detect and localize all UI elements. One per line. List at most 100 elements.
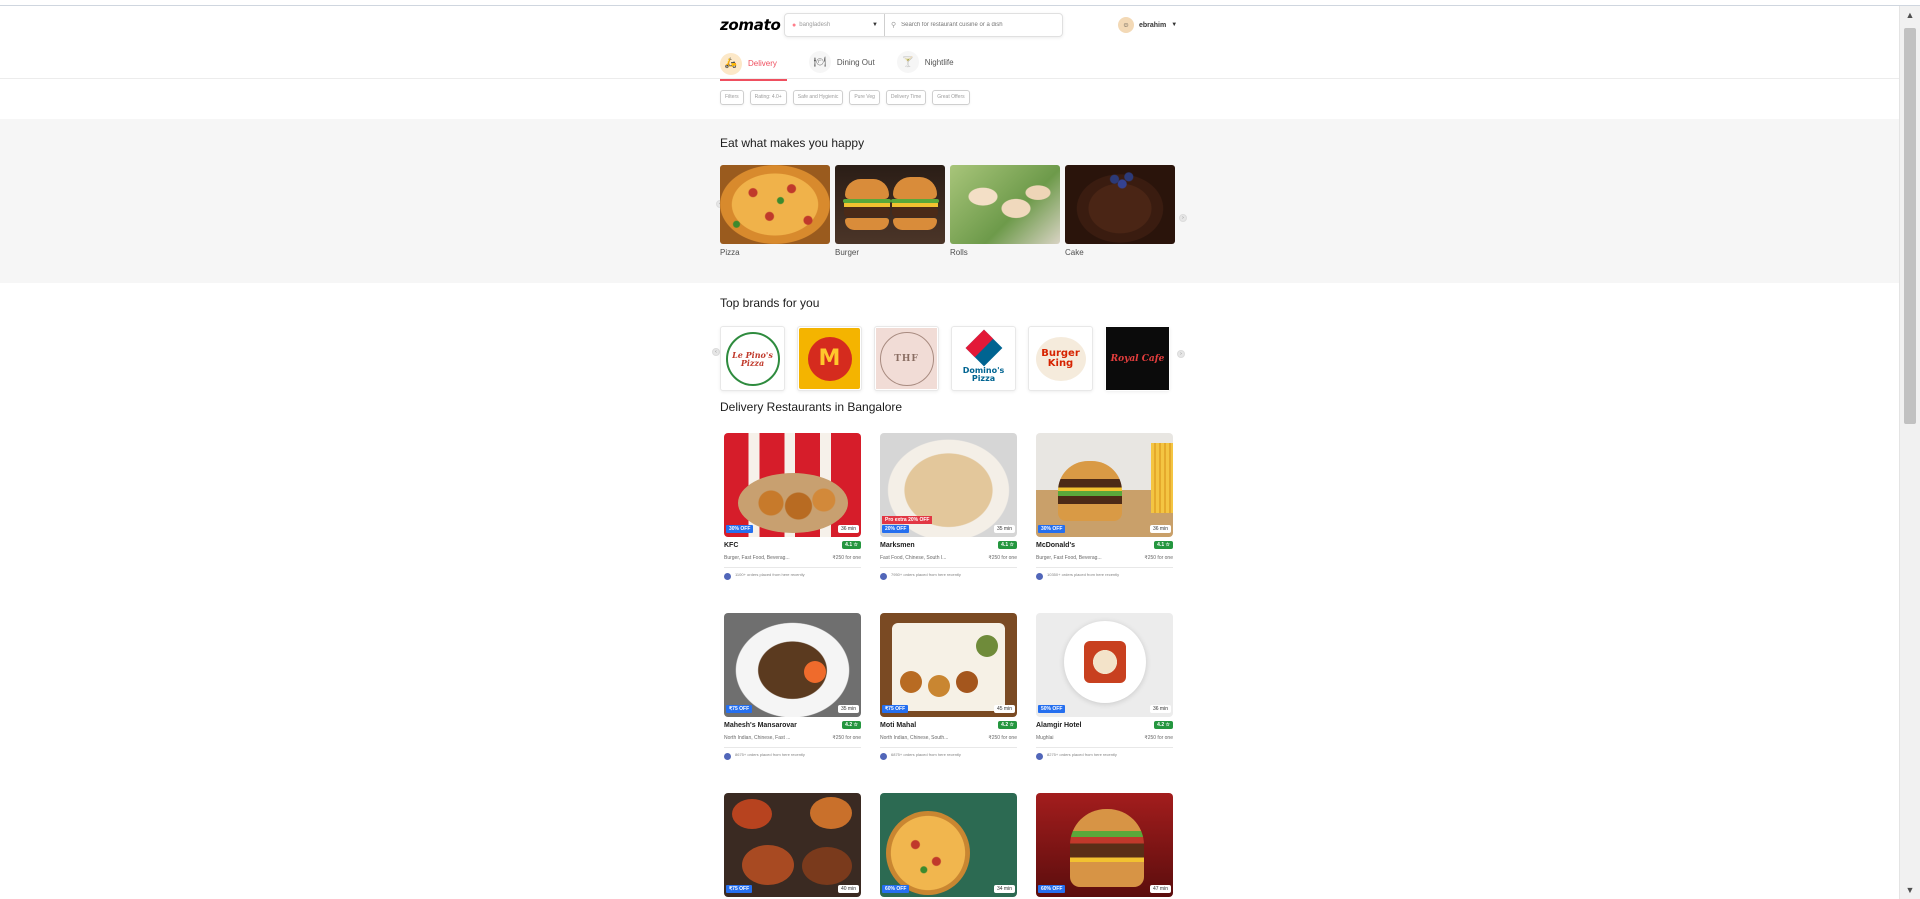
restaurant-image: 30% OFF 36 min — [1036, 433, 1173, 537]
price-text: ₹250 for one — [1144, 735, 1173, 741]
delivery-time-badge: 34 min — [993, 885, 1015, 893]
restaurant-name: Alamgir Hotel — [1036, 721, 1082, 729]
restaurant-image: 60% OFF 34 min — [880, 793, 1017, 897]
brands-prev-button[interactable]: ‹ — [712, 348, 720, 356]
delivery-time-badge: 36 min — [1149, 705, 1171, 713]
filter-chip-delivery-time[interactable]: Delivery Time — [885, 90, 927, 105]
page: zomato ● bangladesh ▼ ⚲ ☺ ebrahim ▼ 🛵 De… — [0, 6, 1899, 899]
brand-card-mcdonalds[interactable]: M — [797, 326, 862, 391]
tab-label: Delivery — [748, 59, 777, 68]
restaurant-card[interactable]: 30% OFF 36 min KFC 4.1 ☆ Burger, Fast Foo… — [724, 433, 861, 580]
tab-delivery[interactable]: 🛵 Delivery — [720, 48, 787, 81]
offer-badge: ₹75 OFF — [882, 705, 909, 713]
offer-badge: ₹75 OFF — [726, 705, 753, 713]
user-name: ebrahim — [1139, 21, 1167, 29]
cuisine-card-cake[interactable]: Cake — [1065, 165, 1175, 257]
price-text: ₹250 for one — [988, 555, 1017, 561]
cuisine-label: Pizza — [720, 248, 740, 257]
restaurant-card[interactable]: ₹75 OFF 35 min Mahesh's Mansarovar 4.2 ☆ … — [724, 613, 861, 760]
filter-chip-rating[interactable]: Rating: 4.0+ — [749, 90, 787, 105]
delivery-time-badge: 45 min — [993, 705, 1015, 713]
offer-badge: 50% OFF — [1038, 705, 1066, 713]
offer-badge: ₹75 OFF — [726, 885, 753, 893]
scroll-down-arrow-icon[interactable]: ▼ — [1900, 881, 1920, 899]
restaurant-card[interactable]: 30% OFF 36 min McDonald's 4.1 ☆ Burger, F… — [1036, 433, 1173, 580]
mcdonalds-arches-icon: M — [807, 336, 852, 381]
brand-card-thf[interactable]: THF — [874, 326, 939, 391]
brand-card-burger-king[interactable]: Burger King — [1028, 326, 1093, 391]
page-scrollbar[interactable]: ▲ ▼ — [1899, 6, 1920, 899]
eat-section: Eat what makes you happy ‹ Pizza — [0, 119, 1899, 283]
chevron-down-icon: ▼ — [872, 22, 878, 28]
offer-badge: 60% OFF — [882, 885, 910, 893]
cuisine-carousel: Pizza Burger Rolls Cake — [720, 165, 1180, 257]
cuisine-text: North Indian, Chinese, Fast ... — [724, 735, 791, 741]
scroll-thumb[interactable] — [1904, 28, 1916, 424]
restaurant-card[interactable]: ₹75 OFF 40 min — [724, 793, 861, 897]
brand-card-dominos[interactable]: Domino's Pizza — [951, 326, 1016, 391]
restaurant-image: Pro extra 20% OFF 20% OFF 35 min — [880, 433, 1017, 537]
location-selector[interactable]: ● bangladesh ▼ — [785, 14, 885, 36]
cuisine-label: Cake — [1065, 248, 1084, 257]
section-title: Eat what makes you happy — [720, 136, 865, 150]
offer-badge: 60% OFF — [1038, 885, 1066, 893]
restaurant-name: McDonald's — [1036, 541, 1076, 549]
zomato-logo[interactable]: zomato — [720, 16, 782, 34]
user-menu[interactable]: ☺ ebrahim ▼ — [1118, 17, 1177, 33]
location-pin-icon: ● — [792, 21, 797, 29]
cuisine-card-pizza[interactable]: Pizza — [720, 165, 830, 257]
cuisine-image — [720, 165, 830, 244]
filter-chip-safe-hygienic[interactable]: Safe and Hygienic — [792, 90, 844, 105]
tab-label: Nightlife — [924, 57, 954, 67]
orders-text: 1100+ orders placed from here recently — [735, 572, 805, 577]
restaurant-image: 30% OFF 36 min — [724, 433, 861, 537]
restaurant-card[interactable]: 60% OFF 47 min — [1036, 793, 1173, 897]
carousel-next-button[interactable]: › — [1179, 214, 1187, 222]
brand-card-royal-cafe[interactable]: Royal Cafe — [1105, 326, 1170, 391]
section-title: Top brands for you — [720, 296, 820, 310]
cuisine-card-burger[interactable]: Burger — [835, 165, 945, 257]
tab-nightlife[interactable]: 🍸 Nightlife — [896, 48, 954, 76]
restaurant-card[interactable]: ₹75 OFF 45 min Moti Mahal 4.2 ☆ North Ind… — [880, 613, 1017, 760]
cuisine-image — [950, 165, 1060, 244]
scroll-up-arrow-icon[interactable]: ▲ — [1900, 6, 1920, 24]
location-text: bangladesh — [799, 22, 831, 28]
brand-logo: Domino's Pizza — [952, 329, 1015, 383]
restaurant-name: KFC — [724, 541, 739, 549]
cuisine-text: Fast Food, Chinese, South I... — [880, 555, 947, 561]
chevron-down-icon: ▼ — [1171, 22, 1178, 28]
price-text: ₹250 for one — [832, 555, 861, 561]
search-box: ● bangladesh ▼ ⚲ — [784, 13, 1063, 37]
cuisine-card-rolls[interactable]: Rolls — [950, 165, 1060, 257]
restaurant-card[interactable]: 60% OFF 34 min — [880, 793, 1017, 897]
tab-label: Dining Out — [836, 57, 875, 67]
restaurant-image: 50% OFF 36 min — [1036, 613, 1173, 717]
rating-badge: 4.1 ☆ — [842, 541, 861, 549]
tab-dining-out[interactable]: 🍽 Dining Out — [808, 48, 875, 76]
tab-divider — [0, 78, 1899, 79]
search-input[interactable] — [901, 22, 1062, 28]
orders-text: 7950+ orders placed from here recently — [891, 572, 961, 577]
delivery-time-badge: 36 min — [837, 525, 859, 533]
restaurant-image: ₹75 OFF 45 min — [880, 613, 1017, 717]
restaurant-image: 60% OFF 47 min — [1036, 793, 1173, 897]
orders-text: 6875+ orders placed from here recently — [891, 752, 961, 757]
filter-chip-filters[interactable]: Filters — [720, 90, 744, 105]
restaurant-card[interactable]: 50% OFF 36 min Alamgir Hotel 4.2 ☆ Mughla… — [1036, 613, 1173, 760]
restaurant-image: ₹75 OFF 40 min — [724, 793, 861, 897]
brand-card-le-pinos[interactable]: Le Pino's Pizza — [720, 326, 785, 391]
delivery-time-badge: 40 min — [837, 885, 859, 893]
filter-chip-pure-veg[interactable]: Pure Veg — [849, 90, 880, 105]
brand-logo: M — [799, 328, 860, 389]
rating-badge: 4.1 ☆ — [998, 541, 1017, 549]
cuisine-text: Burger, Fast Food, Beverag... — [724, 555, 790, 561]
cuisine-text: Mughlai — [1036, 735, 1054, 741]
brand-logo-text: Royal Cafe — [1110, 353, 1165, 364]
rating-badge: 4.2 ☆ — [1154, 721, 1173, 729]
filter-chip-great-offers[interactable]: Great Offers — [932, 90, 970, 105]
orders-text: 8275+ orders placed from here recently — [1047, 752, 1117, 757]
brands-next-button[interactable]: › — [1177, 350, 1185, 358]
dining-icon: 🍽 — [808, 51, 831, 73]
restaurant-card[interactable]: Pro extra 20% OFF 20% OFF 35 min Marksme… — [880, 433, 1017, 580]
restaurant-name: Mahesh's Mansarovar — [724, 721, 797, 729]
